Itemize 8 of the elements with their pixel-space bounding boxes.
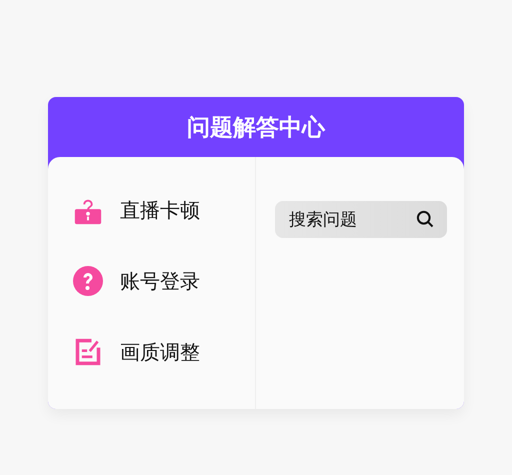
edit-icon [74, 336, 102, 366]
header-title: 问题解答中心 [186, 114, 326, 143]
menu-item[interactable]: 账号登录 [72, 264, 255, 297]
menu-item[interactable]: 直播卡顿 [72, 193, 255, 226]
search-field[interactable]: 搜索问题 [275, 201, 447, 238]
help-icon [72, 264, 104, 296]
search-icon [415, 209, 435, 229]
menu-item[interactable]: 画质调整 [72, 335, 255, 368]
